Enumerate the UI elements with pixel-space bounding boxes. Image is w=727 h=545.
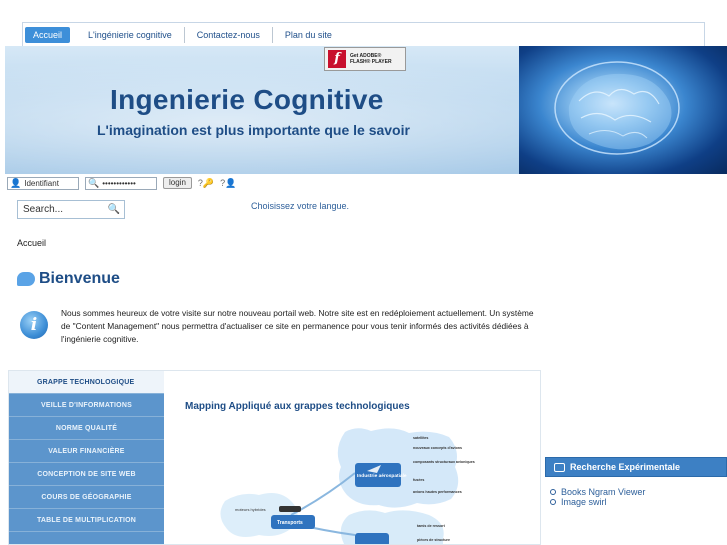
password-field[interactable]: 🔍 •••••••••••• <box>85 176 157 190</box>
lower-item-1: tamis de ressort <box>417 524 446 528</box>
flash-badge-text: Get ADOBE® FLASH® PLAYER <box>350 53 392 65</box>
login-button[interactable]: login <box>163 177 192 189</box>
car-icon <box>279 506 301 512</box>
nav-item-contact[interactable]: Contactez-nous <box>185 26 273 43</box>
node-transport-label: Transports <box>277 520 303 526</box>
node-lower-box <box>355 533 389 544</box>
panel-title: Mapping Appliqué aux grappes technologiq… <box>185 401 410 412</box>
search-input[interactable]: Search... 🔍 <box>17 200 125 219</box>
content-panel: GRAPPE TECHNOLOGIQUE VEILLE D'INFORMATIO… <box>8 370 541 545</box>
recherche-box-header: Recherche Expérimentale <box>545 457 727 477</box>
login-form: 👤 Identifiant 🔍 •••••••••••• login ?🔑 ?👤 <box>7 176 236 190</box>
link-books-ngram-label: Books Ngram Viewer <box>561 487 646 497</box>
welcome-text: Nous sommes heureux de votre visite sur … <box>61 308 534 344</box>
info-icon: i <box>20 311 48 339</box>
side-item-valeur[interactable]: VALEUR FINANCIÈRE <box>9 440 164 463</box>
site-title: Ingenierie Cognitive <box>110 84 384 115</box>
node-aero-label: Industrie aérospatiale <box>357 473 407 479</box>
side-item-grappe[interactable]: GRAPPE TECHNOLOGIQUE <box>9 371 164 394</box>
flash-badge-line2: FLASH® PLAYER <box>350 59 392 65</box>
username-field[interactable]: 👤 Identifiant <box>7 176 79 190</box>
aero-item-3: composants structuraux avioniques <box>413 460 475 464</box>
key-icon: 🔍 <box>88 177 100 188</box>
side-item-geographie[interactable]: COURS DE GÉOGRAPHIE <box>9 486 164 509</box>
link-books-ngram[interactable]: Books Ngram Viewer <box>550 487 645 497</box>
mind-map-graphic: Industrie aérospatiale Transports moteur… <box>220 428 475 544</box>
top-navigation: Accueil L'ingénierie cognitive Contactez… <box>22 22 705 46</box>
bullet-icon <box>550 489 556 495</box>
speech-bubble-icon <box>17 272 35 286</box>
flash-player-badge[interactable]: f Get ADOBE® FLASH® PLAYER <box>324 47 406 71</box>
password-value: •••••••••••• <box>102 178 136 188</box>
left-label: moteurs hybrides <box>235 507 266 512</box>
link-image-swirl[interactable]: Image swirl <box>550 497 645 507</box>
welcome-title: Bienvenue <box>39 270 120 287</box>
flash-icon: f <box>328 50 346 68</box>
brain-image <box>519 46 727 174</box>
side-menu: GRAPPE TECHNOLOGIQUE VEILLE D'INFORMATIO… <box>9 371 164 544</box>
help-user-icon[interactable]: ?👤 <box>220 178 236 189</box>
link-image-swirl-label: Image swirl <box>561 497 607 507</box>
bullet-icon <box>550 499 556 505</box>
aero-item-5: avions hautes performances <box>413 490 462 494</box>
breadcrumb: Accueil <box>17 238 47 248</box>
site-slogan: L'imagination est plus importante que le… <box>97 122 410 138</box>
username-placeholder: Identifiant <box>24 178 59 188</box>
brain-illustration <box>554 61 680 155</box>
nav-item-sitemap[interactable]: Plan du site <box>273 27 344 43</box>
search-icon[interactable]: 🔍 <box>108 204 120 215</box>
chat-icon <box>554 462 565 472</box>
aero-item-1: satellites <box>413 436 428 440</box>
search-placeholder: Search... <box>23 204 64 215</box>
recherche-box-title: Recherche Expérimentale <box>570 462 681 472</box>
side-item-multiplication[interactable]: TABLE DE MULTIPLICATION <box>9 509 164 532</box>
aero-item-2: nouveaux concepts d'avions <box>413 446 462 450</box>
nav-item-ingenierie[interactable]: L'ingénierie cognitive <box>76 26 185 43</box>
side-item-norme[interactable]: NORME QUALITÉ <box>9 417 164 440</box>
recherche-links: Books Ngram Viewer Image swirl <box>550 487 645 507</box>
side-item-conception[interactable]: CONCEPTION DE SITE WEB <box>9 463 164 486</box>
aero-item-4: fusées <box>413 478 424 482</box>
language-link[interactable]: Choisissez votre langue. <box>251 201 349 211</box>
nav-item-accueil[interactable]: Accueil <box>25 26 71 43</box>
mind-map: Industrie aérospatiale Transports moteur… <box>185 427 485 544</box>
side-item-veille[interactable]: VEILLE D'INFORMATIONS <box>9 394 164 417</box>
help-icon[interactable]: ?🔑 <box>198 178 214 189</box>
lower-item-2: pièces de structure <box>417 538 450 542</box>
user-icon: 👤 <box>10 177 22 188</box>
